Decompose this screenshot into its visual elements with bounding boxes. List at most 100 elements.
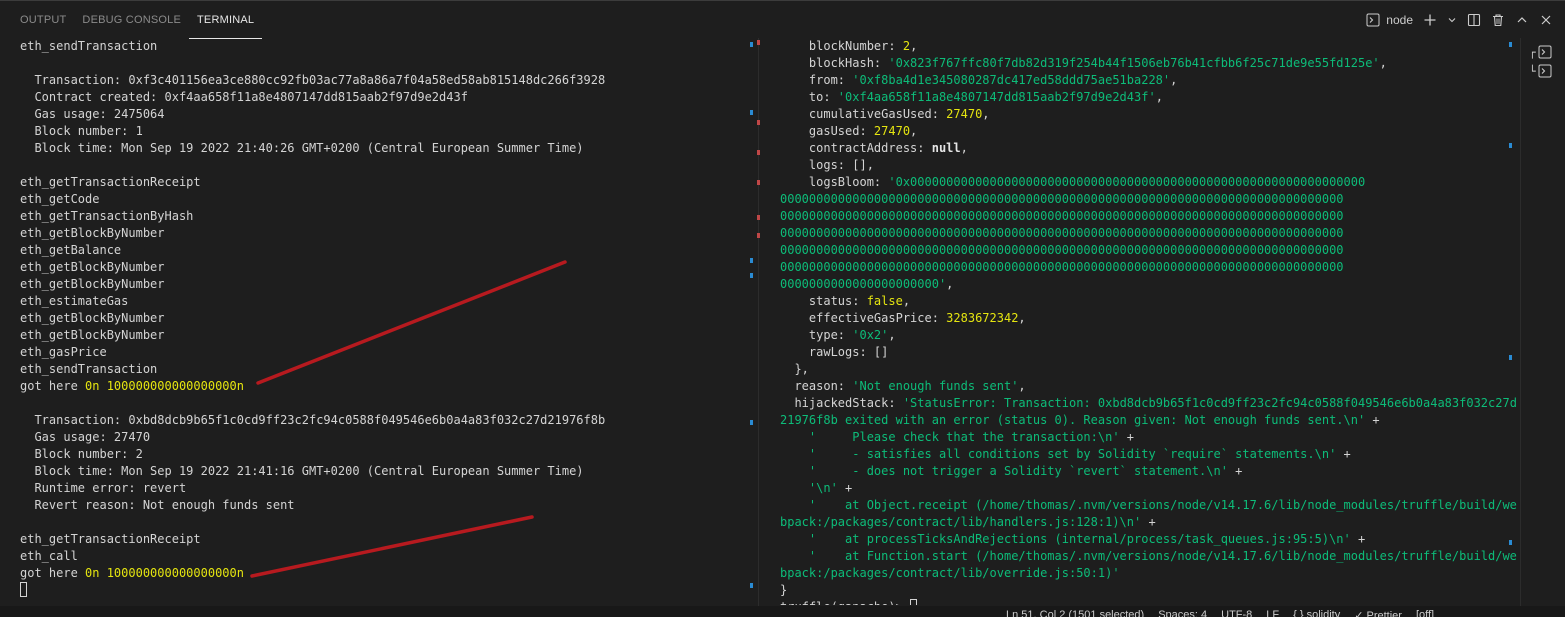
- terminal-text: +: [837, 481, 853, 495]
- chevron-up-icon[interactable]: [1515, 13, 1529, 27]
- terminal-selector[interactable]: node: [1366, 13, 1413, 27]
- status-item[interactable]: ✓ Prettier: [1354, 609, 1402, 617]
- terminal-text: ,: [960, 141, 968, 155]
- terminal-instance-1[interactable]: ┌: [1529, 44, 1557, 60]
- terminal-line: 0000000000000000000000000000000000000000…: [762, 225, 1520, 242]
- terminal-text: truffle(ganache)>: [780, 600, 910, 605]
- terminal-line: ' at Object.receipt (/home/thomas/.nvm/v…: [762, 497, 1520, 514]
- terminal-line: 0000000000000000000000000000000000000000…: [762, 242, 1520, 259]
- terminal-line: 0000000000000000000000000000000000000000…: [762, 259, 1520, 276]
- status-bar: Ln 51, Col 2 (1501 selected) Spaces: 4 UTF…: [0, 606, 1565, 617]
- terminal-text: Gas usage: 2475064: [20, 107, 165, 121]
- terminal-text: '0xf4aa658f11a8e4807147dd815aab2f97d9e2d…: [837, 90, 1156, 104]
- terminal-text: effectiveGasPrice:: [780, 311, 947, 325]
- terminal-text: +: [1336, 447, 1351, 461]
- terminal-text: 0000000000000000000000000000000000000000…: [780, 260, 1344, 274]
- trash-icon[interactable]: [1491, 13, 1505, 27]
- close-icon[interactable]: [1539, 13, 1553, 27]
- terminal-text: bpack:/packages/contract/lib/handlers.js…: [780, 515, 1142, 529]
- tab-output[interactable]: OUTPUT: [12, 1, 74, 39]
- terminal-text: logs: [],: [780, 158, 874, 172]
- terminal-tabs-list: ┌ └: [1520, 38, 1565, 606]
- terminal-text: rawLogs: []: [780, 345, 889, 359]
- terminal-text: ' at Function.start (/home/thomas/.nvm/v…: [780, 549, 1517, 563]
- terminal-pane-left[interactable]: eth_sendTransaction Transaction: 0xf3c40…: [0, 38, 758, 605]
- terminal-text: 2: [902, 39, 911, 53]
- terminal-line: Contract created: 0xf4aa658f11a8e4807147…: [0, 89, 758, 106]
- terminal-text: got here: [20, 379, 86, 393]
- terminal-text: status:: [780, 294, 867, 308]
- terminal-cursor: [910, 599, 918, 605]
- terminal-text: eth_gasPrice: [20, 345, 107, 359]
- scroll-marker: [750, 258, 753, 263]
- terminal-line: contractAddress: null,: [762, 140, 1520, 157]
- terminal-text: ,: [910, 124, 918, 138]
- terminal-line: 0000000000000000000000',: [762, 276, 1520, 293]
- terminal-text: ,: [1018, 311, 1026, 325]
- terminal-line: eth_getCode: [0, 191, 758, 208]
- terminal-value: 0n 100000000000000000n: [85, 379, 244, 393]
- split-terminal-icon[interactable]: [1467, 13, 1481, 27]
- terminal-text: ,: [982, 107, 990, 121]
- terminal-line: to: '0xf4aa658f11a8e4807147dd815aab2f97d…: [762, 89, 1520, 106]
- terminal-pane-right[interactable]: blockNumber: 2, blockHash: '0x823f767ffc…: [762, 38, 1520, 605]
- chevron-down-icon[interactable]: [1447, 13, 1457, 27]
- scroll-marker: [757, 215, 760, 220]
- terminal-line: Block number: 2: [0, 446, 758, 463]
- terminal-line: eth_getBlockByNumber: [0, 276, 758, 293]
- plus-icon[interactable]: [1423, 13, 1437, 27]
- terminal-line: eth_getBlockByNumber: [0, 327, 758, 344]
- scroll-marker: [1509, 42, 1512, 47]
- terminal-text: eth_getBalance: [20, 243, 122, 257]
- terminal-line: blockHash: '0x823f767ffc80f7db82d319f254…: [762, 55, 1520, 72]
- scroll-marker: [750, 42, 753, 47]
- status-item[interactable]: Ln 51, Col 2 (1501 selected): [1006, 609, 1144, 617]
- tab-debug-console[interactable]: DEBUG CONSOLE: [74, 1, 189, 39]
- terminal-text: logsBloom:: [780, 175, 889, 189]
- terminal-line: blockNumber: 2,: [762, 38, 1520, 55]
- terminal-line: ' - satisfies all conditions set by Soli…: [762, 446, 1520, 463]
- terminal-line: 0000000000000000000000000000000000000000…: [762, 208, 1520, 225]
- terminal-text: 0000000000000000000000000000000000000000…: [780, 226, 1344, 240]
- terminal-line: bpack:/packages/contract/lib/override.js…: [762, 565, 1520, 582]
- status-item[interactable]: UTF-8: [1221, 609, 1252, 617]
- terminal-line: eth_call: [0, 548, 758, 565]
- terminal-instance-2[interactable]: └: [1529, 63, 1557, 79]
- terminal-line: eth_estimateGas: [0, 293, 758, 310]
- terminal-icon: [1538, 45, 1552, 59]
- terminal-line: reason: 'Not enough funds sent',: [762, 378, 1520, 395]
- status-item[interactable]: LF: [1266, 609, 1279, 617]
- terminal-line: Block time: Mon Sep 19 2022 21:40:26 GMT…: [0, 140, 758, 157]
- terminal-text: 0000000000000000000000': [780, 277, 947, 291]
- terminal-line: from: '0xf8ba4d1e345080287dc417ed58ddd75…: [762, 72, 1520, 89]
- status-item[interactable]: [off]: [1416, 609, 1434, 617]
- terminal-line: cumulativeGasUsed: 27470,: [762, 106, 1520, 123]
- terminal-line: ' - does not trigger a Solidity `revert`…: [762, 463, 1520, 480]
- prompt-line[interactable]: [0, 582, 758, 599]
- terminal-text: ,: [902, 294, 911, 308]
- terminal-line: eth_getTransactionReceipt: [0, 174, 758, 191]
- terminal-text: },: [780, 362, 809, 376]
- terminal-text: from:: [780, 73, 853, 87]
- scroll-marker: [757, 120, 760, 125]
- prompt-line[interactable]: truffle(ganache)>: [762, 599, 1520, 605]
- terminal-text: ,: [1155, 90, 1163, 104]
- terminal-text: Transaction: 0xbd8dcb9b65f1c0cd9ff23c2fc…: [20, 413, 606, 427]
- panel-toolbar: node: [1366, 1, 1553, 39]
- tab-terminal[interactable]: TERMINAL: [189, 1, 263, 39]
- status-item[interactable]: Spaces: 4: [1158, 609, 1207, 617]
- terminal-line: logs: [],: [762, 157, 1520, 174]
- terminal-line: gasUsed: 27470,: [762, 123, 1520, 140]
- terminal-line: type: '0x2',: [762, 327, 1520, 344]
- status-item[interactable]: { } solidity: [1293, 609, 1340, 617]
- terminal-line: rawLogs: []: [762, 344, 1520, 361]
- terminal-text: 'Not enough funds sent': [852, 379, 1019, 393]
- terminal-text: 27470: [873, 124, 911, 138]
- terminal-text: +: [1365, 413, 1380, 427]
- scroll-marker: [750, 110, 753, 115]
- vscode-panel: OUTPUT DEBUG CONSOLE TERMINAL node eth_s…: [0, 0, 1565, 617]
- terminal-line: eth_sendTransaction: [0, 38, 758, 55]
- terminal-text: ,: [910, 39, 918, 53]
- terminal-text: +: [1350, 532, 1366, 546]
